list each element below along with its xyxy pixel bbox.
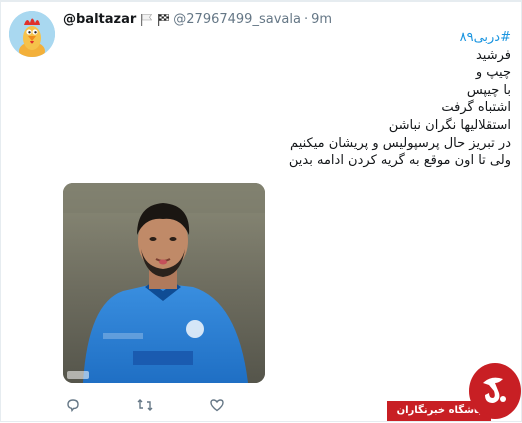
retweet-icon[interactable] [135, 395, 155, 415]
white-flag-icon [140, 13, 153, 26]
user-handle[interactable]: @27967499_savala [173, 12, 301, 27]
separator-dot: · [303, 11, 309, 27]
tweet-text: #دربی۸۹ فرشید چیپ و با چیپس اشتباه گرفت استقل… [71, 29, 511, 170]
tweet-media-image[interactable] [63, 183, 265, 383]
tweet-card[interactable]: @baltazar @27967499_savala · 9m #دربی۸۹ ف… [0, 0, 522, 422]
hashtag-link[interactable]: #دربی۸۹ [71, 29, 511, 47]
watermark: باشگاه خبرنگاران [387, 357, 522, 423]
watermark-logo-icon [469, 363, 521, 419]
like-icon[interactable] [207, 395, 227, 415]
tweet-actions [63, 395, 227, 415]
avatar-rooster-image [9, 11, 55, 57]
tweet-header: @baltazar @27967499_savala · 9m [63, 9, 332, 29]
display-name[interactable]: @baltazar [63, 12, 136, 27]
divider [1, 1, 522, 2]
checkered-flag-icon [157, 13, 170, 26]
tweet-text-line: فرشید [475, 47, 511, 63]
tweet-text-line: چیپ و [475, 65, 511, 81]
tweet-text-line: استقلالیها نگران نباشن [388, 117, 511, 133]
player-photo [63, 183, 265, 383]
tweet-text-line: با چیپس [466, 82, 511, 98]
reply-icon[interactable] [63, 395, 83, 415]
timestamp[interactable]: 9m [311, 12, 332, 27]
tweet-text-line: اشتباه گرفت [441, 100, 511, 116]
tweet-text-line: در تبریز حال پرسپولیس و پریشان میکنیم [290, 135, 511, 151]
tweet-text-line: ولی تا اون موقع به گریه کردن ادامه بدین [288, 153, 511, 169]
avatar[interactable] [9, 11, 55, 57]
